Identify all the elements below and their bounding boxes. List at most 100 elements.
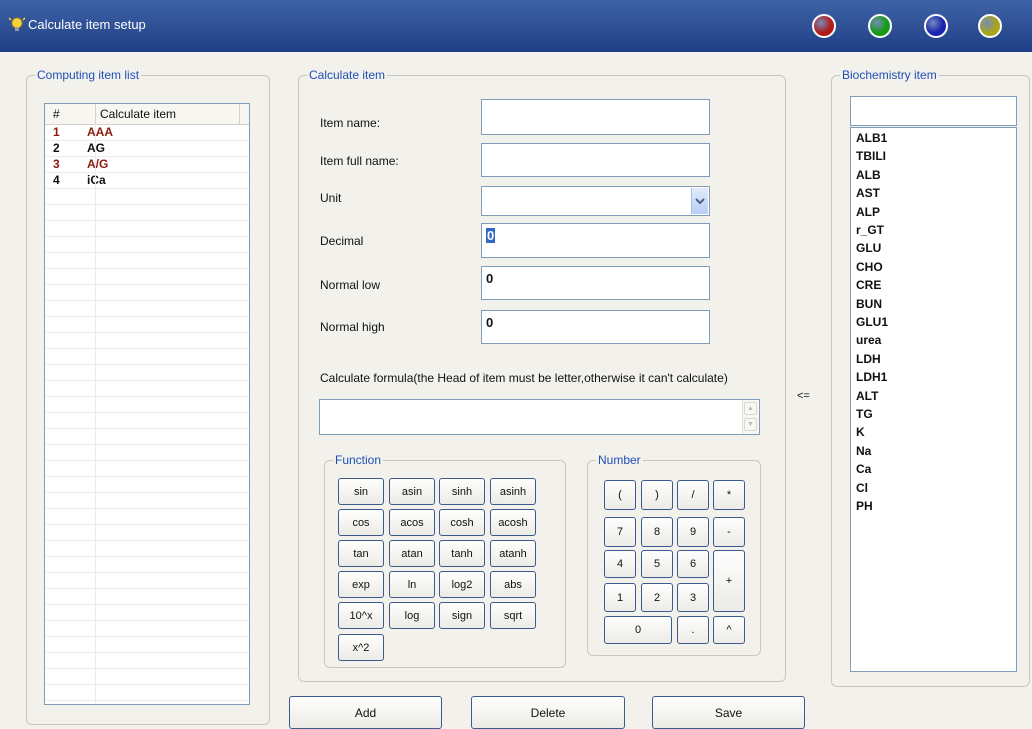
function-button-acos[interactable]: acos: [389, 509, 435, 536]
number-button[interactable]: 3: [677, 583, 709, 612]
number-button[interactable]: 5: [641, 550, 673, 578]
list-item[interactable]: CRE: [856, 279, 881, 292]
decimal-input[interactable]: 0: [481, 223, 710, 258]
list-item[interactable]: BUN: [856, 297, 882, 311]
function-button-cosh[interactable]: cosh: [439, 509, 485, 536]
zero-button[interactable]: 0: [604, 616, 672, 644]
table-row[interactable]: 4 iCa: [45, 173, 249, 189]
plus-button[interactable]: +: [713, 550, 745, 612]
blue-ball-button[interactable]: [924, 14, 948, 38]
number-button[interactable]: ): [641, 480, 673, 510]
formula-scrollbar[interactable]: ▲ ▼: [742, 400, 759, 434]
row-item-name: AG: [87, 141, 105, 155]
header-calculate-item[interactable]: Calculate item: [100, 107, 176, 121]
function-button-x2[interactable]: x^2: [338, 634, 384, 661]
list-item[interactable]: GLU: [856, 242, 881, 255]
decimal-value: 0: [486, 228, 496, 243]
function-button-abs[interactable]: abs: [490, 571, 536, 598]
red-ball-button[interactable]: [812, 14, 836, 38]
function-button-sin[interactable]: sin: [338, 478, 384, 505]
caret-button[interactable]: ^: [713, 616, 745, 644]
number-button[interactable]: 8: [641, 517, 673, 547]
function-button-cos[interactable]: cos: [338, 509, 384, 536]
biochemistry-search-input[interactable]: [850, 96, 1017, 126]
header-num[interactable]: #: [53, 107, 60, 121]
function-button-sign[interactable]: sign: [439, 602, 485, 629]
biochemistry-item-list[interactable]: ALB1 TBILI ALB AST ALP r_GT GLU CHO CRE BUN GLU1 ur…: [850, 127, 1017, 672]
number-button[interactable]: 2: [641, 583, 673, 612]
normal-high-label: Normal high: [320, 320, 385, 334]
list-item[interactable]: PH: [856, 500, 873, 513]
function-button-exp[interactable]: exp: [338, 571, 384, 598]
function-button-sinh[interactable]: sinh: [439, 478, 485, 505]
unit-select[interactable]: [481, 186, 710, 216]
list-item[interactable]: LDH1: [856, 371, 887, 384]
list-item[interactable]: GLU1: [856, 316, 888, 329]
normal-low-input[interactable]: 0: [481, 266, 710, 300]
function-button-log[interactable]: log: [389, 602, 435, 629]
number-button[interactable]: -: [713, 517, 745, 547]
function-button-ln[interactable]: ln: [389, 571, 435, 598]
list-item[interactable]: r_GT: [856, 224, 884, 237]
empty-row: [45, 397, 249, 413]
list-item[interactable]: TBILI: [856, 150, 886, 163]
scroll-down-icon[interactable]: ▼: [744, 418, 757, 431]
function-button-atan[interactable]: atan: [389, 540, 435, 567]
number-button[interactable]: 7: [604, 517, 636, 547]
yellow-ball-button[interactable]: [978, 14, 1002, 38]
list-item[interactable]: urea: [856, 334, 881, 347]
number-button[interactable]: 6: [677, 550, 709, 578]
normal-high-input[interactable]: 0: [481, 310, 710, 344]
number-button[interactable]: 9: [677, 517, 709, 547]
function-button-asin[interactable]: asin: [389, 478, 435, 505]
function-button-sqrt[interactable]: sqrt: [490, 602, 536, 629]
empty-row: [45, 205, 249, 221]
scroll-up-icon[interactable]: ▲: [744, 402, 757, 415]
dot-button[interactable]: .: [677, 616, 709, 644]
empty-row: [45, 493, 249, 509]
empty-row: [45, 573, 249, 589]
list-item[interactable]: AST: [856, 187, 880, 200]
list-item[interactable]: ALB: [856, 168, 881, 182]
row-number: 3: [53, 157, 60, 171]
green-ball-button[interactable]: [868, 14, 892, 38]
chevron-down-icon[interactable]: [691, 188, 708, 214]
table-row[interactable]: 1 AAA: [45, 125, 249, 141]
formula-input[interactable]: ▲ ▼: [319, 399, 760, 435]
list-item[interactable]: ALT: [856, 389, 878, 403]
function-button-10x[interactable]: 10^x: [338, 602, 384, 629]
list-item[interactable]: ALP: [856, 205, 880, 219]
list-item[interactable]: CHO: [856, 260, 883, 274]
add-button[interactable]: Add: [289, 696, 442, 729]
item-full-name-input[interactable]: [481, 143, 710, 177]
function-button-tan[interactable]: tan: [338, 540, 384, 567]
delete-button[interactable]: Delete: [471, 696, 625, 729]
list-item[interactable]: TG: [856, 408, 873, 421]
number-button[interactable]: 1: [604, 583, 636, 612]
empty-row: [45, 445, 249, 461]
function-button-log2[interactable]: log2: [439, 571, 485, 598]
table-row[interactable]: 3 A/G: [45, 157, 249, 173]
number-button[interactable]: 4: [604, 550, 636, 578]
list-item[interactable]: K: [856, 426, 865, 439]
number-button[interactable]: /: [677, 480, 709, 510]
computing-item-list[interactable]: # Calculate item 1 AAA 2 AG 3 A/G 4 iCa: [44, 103, 250, 705]
item-name-input[interactable]: [481, 99, 710, 135]
list-item[interactable]: LDH: [856, 352, 881, 366]
number-button[interactable]: (: [604, 480, 636, 510]
function-button-asinh[interactable]: asinh: [490, 478, 536, 505]
empty-row: [45, 333, 249, 349]
function-button-atanh[interactable]: atanh: [490, 540, 536, 567]
save-button[interactable]: Save: [652, 696, 805, 729]
list-item[interactable]: Ca: [856, 463, 871, 476]
list-item[interactable]: Na: [856, 444, 871, 458]
list-item[interactable]: Cl: [856, 481, 868, 495]
list-item[interactable]: ALB1: [856, 132, 887, 145]
row-number: 4: [53, 173, 60, 187]
empty-row: [45, 653, 249, 669]
table-row[interactable]: 2 AG: [45, 141, 249, 157]
function-button-acosh[interactable]: acosh: [490, 509, 536, 536]
function-button-tanh[interactable]: tanh: [439, 540, 485, 567]
number-button[interactable]: *: [713, 480, 745, 510]
empty-row: [45, 621, 249, 637]
